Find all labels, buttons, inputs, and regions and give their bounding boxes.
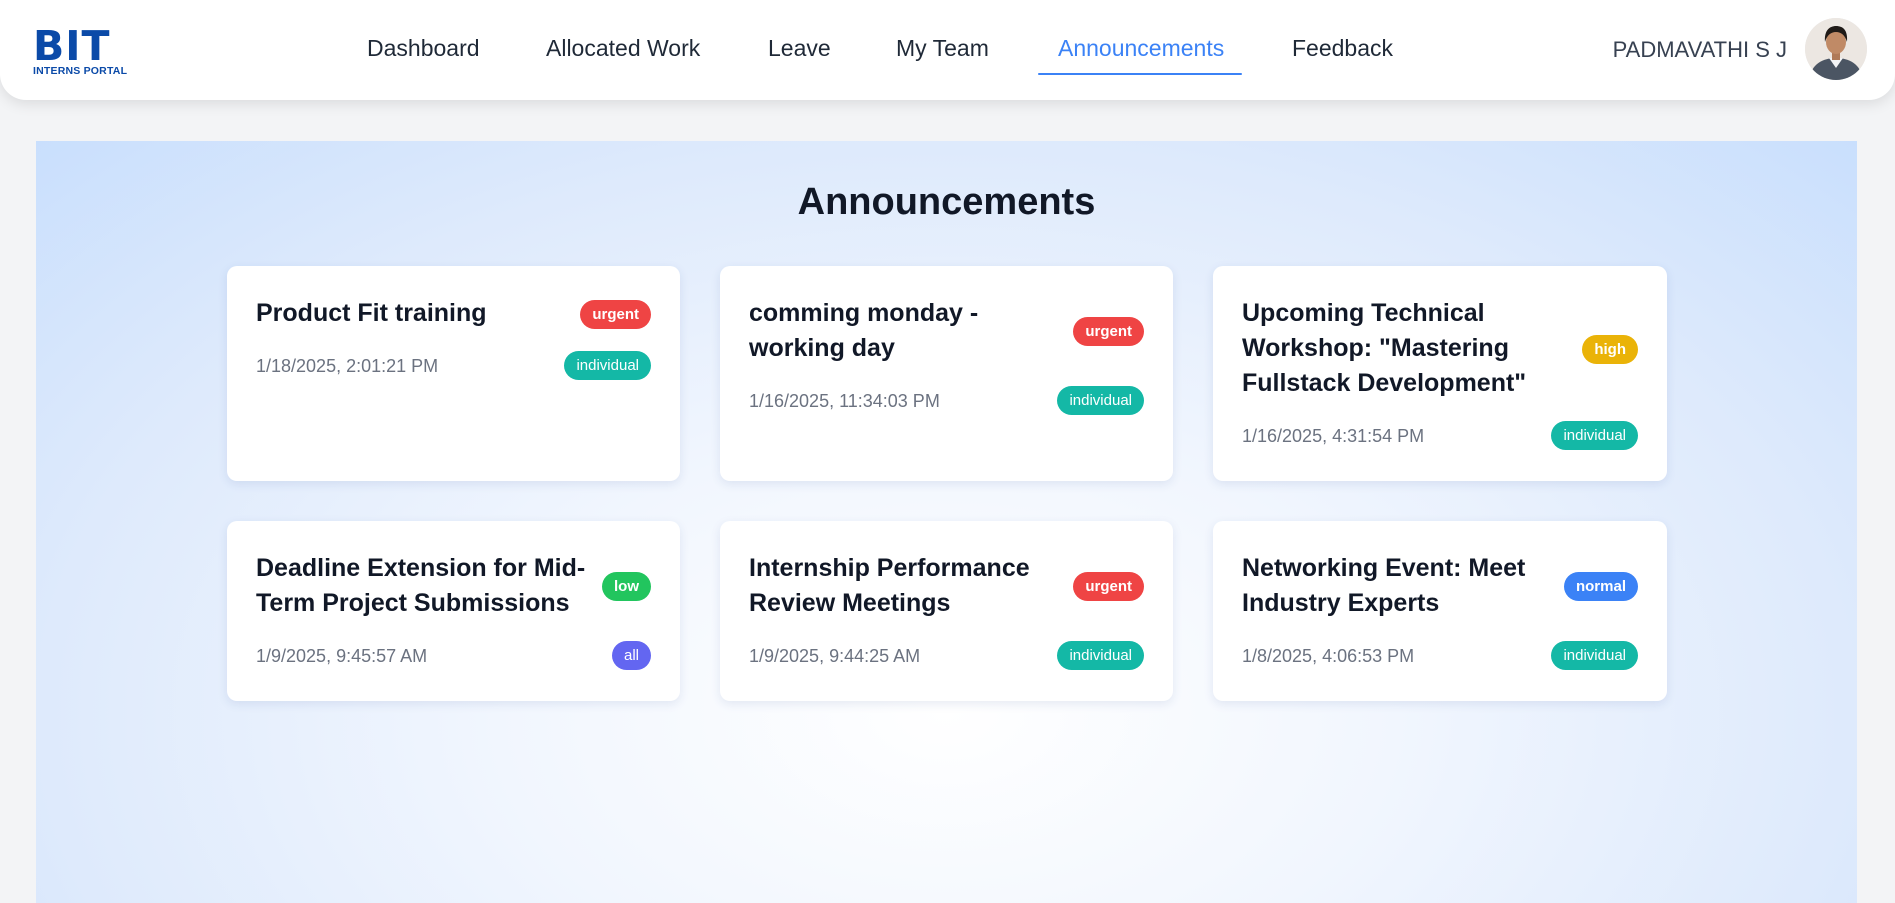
announcement-card[interactable]: comming monday - working day 1/16/2025, … <box>720 266 1173 481</box>
scope-badge: all <box>611 641 651 670</box>
user-name[interactable]: PADMAVATHI S J <box>1613 37 1787 63</box>
scope-badge: individual <box>564 351 651 380</box>
nav-allocated-work[interactable]: Allocated Work <box>546 35 700 62</box>
announcement-date: 1/8/2025, 4:06:53 PM <box>1242 646 1415 666</box>
announcement-date: 1/9/2025, 9:44:25 AM <box>749 646 921 666</box>
nav-leave[interactable]: Leave <box>768 35 831 62</box>
scope-badge: individual <box>1551 421 1638 450</box>
priority-badge: urgent <box>580 300 651 329</box>
announcement-title: Networking Event: Meet Industry Experts <box>1242 554 1526 617</box>
announcement-card[interactable]: Product Fit training 1/18/2025, 2:01:21 … <box>227 266 680 481</box>
announcement-card[interactable]: Upcoming Technical Workshop: "Mastering … <box>1213 266 1667 481</box>
announcement-title: Product Fit training <box>256 299 487 327</box>
priority-badge: high <box>1582 335 1638 364</box>
avatar-portrait-icon <box>1805 18 1867 80</box>
scope-badge: individual <box>1551 641 1638 670</box>
announcement-title: Upcoming Technical Workshop: "Mastering … <box>1242 299 1527 397</box>
nav-my-team[interactable]: My Team <box>896 35 989 62</box>
priority-badge: urgent <box>1073 317 1144 346</box>
announcement-date: 1/18/2025, 2:01:21 PM <box>256 356 439 376</box>
main-nav: Dashboard Allocated Work Leave My Team A… <box>0 0 1895 100</box>
active-tab-underline <box>1038 73 1242 75</box>
priority-badge: urgent <box>1073 572 1144 601</box>
announcement-title: Deadline Extension for Mid-Term Project … <box>256 554 586 617</box>
announcement-date: 1/16/2025, 4:31:54 PM <box>1242 426 1425 446</box>
announcements-panel: Announcements Product Fit training 1/18/… <box>36 141 1857 903</box>
page-title: Announcements <box>797 181 1096 223</box>
announcement-title: Internship Performance Review Meetings <box>749 554 1030 617</box>
priority-badge: low <box>602 572 651 601</box>
avatar[interactable] <box>1805 18 1867 80</box>
nav-announcements[interactable]: Announcements <box>1058 35 1224 62</box>
scope-badge: individual <box>1057 641 1144 670</box>
priority-badge: normal <box>1563 572 1638 601</box>
announcement-card[interactable]: Networking Event: Meet Industry Experts … <box>1213 521 1667 701</box>
announcement-card[interactable]: Deadline Extension for Mid-Term Project … <box>227 521 680 701</box>
announcement-card[interactable]: Internship Performance Review Meetings 1… <box>720 521 1173 701</box>
top-navbar: BIT INTERNS PORTAL Dashboard Allocated W… <box>0 0 1895 100</box>
nav-dashboard[interactable]: Dashboard <box>367 35 480 62</box>
announcement-date: 1/9/2025, 9:45:57 AM <box>256 646 428 666</box>
announcement-date: 1/16/2025, 11:34:03 PM <box>749 391 940 411</box>
nav-feedback[interactable]: Feedback <box>1292 35 1393 62</box>
announcement-title: comming monday - working day <box>749 299 979 362</box>
scope-badge: individual <box>1057 386 1144 415</box>
